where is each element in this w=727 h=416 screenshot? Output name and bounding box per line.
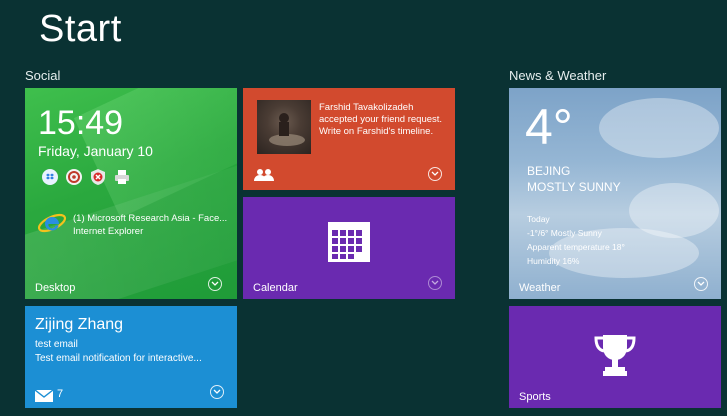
- group-label-social: Social: [25, 68, 61, 83]
- weather-apparent: Apparent temperature 18°: [527, 242, 625, 252]
- sports-tile[interactable]: Sports: [509, 306, 721, 408]
- start-title: Start: [39, 8, 122, 50]
- weather-today-label: Today: [527, 214, 550, 224]
- chevron-down-icon: [694, 277, 708, 291]
- friend-request-text: Farshid Tavakolizadeh accepted your frie…: [319, 102, 443, 137]
- chevron-down-icon: [428, 167, 442, 181]
- trophy-icon: [593, 333, 637, 384]
- mail-preview: Test email notification for interactive.…: [35, 353, 202, 364]
- chevron-down-icon: [208, 277, 222, 291]
- dropbox-icon: [41, 168, 59, 186]
- tile-label-calendar: Calendar: [253, 282, 298, 294]
- weather-city: BEJING: [527, 164, 571, 178]
- weather-tile[interactable]: 4° BEJING MOSTLY SUNNY Today -1°/6° Most…: [509, 88, 721, 299]
- calendar-icon: [328, 222, 370, 267]
- tile-label-weather: Weather: [519, 282, 561, 294]
- weather-humidity: Humidity 16%: [527, 256, 580, 266]
- mail-tile[interactable]: Zijing Zhang test email Test email notif…: [25, 306, 237, 408]
- mail-subject: test email: [35, 339, 78, 350]
- cloud-decoration: [599, 98, 719, 158]
- weather-temperature: 4°: [525, 99, 573, 155]
- printer-icon: [113, 168, 131, 186]
- weather-range: -1°/6° Mostly Sunny: [527, 228, 602, 238]
- security-alert-icon: [89, 168, 107, 186]
- notification-app: Internet Explorer: [73, 226, 144, 237]
- chevron-down-icon: [210, 385, 224, 399]
- desktop-tile[interactable]: 15:49 Friday, January 10 (1) Microsoft R…: [25, 88, 237, 299]
- clock-time: 15:49: [38, 104, 124, 142]
- clock-date: Friday, January 10: [38, 143, 153, 159]
- weather-condition: MOSTLY SUNNY: [527, 180, 621, 194]
- mail-sender: Zijing Zhang: [35, 316, 124, 333]
- tile-label-desktop: Desktop: [35, 282, 76, 294]
- network-icon: [65, 168, 83, 186]
- mail-count: 7: [57, 388, 64, 400]
- people-icon: [254, 168, 274, 187]
- mail-icon: [34, 389, 54, 407]
- tray-icons: [41, 168, 131, 186]
- friend-request-tile[interactable]: Farshid Tavakolizadeh accepted your frie…: [243, 88, 455, 190]
- friend-photo: [257, 100, 311, 154]
- calendar-tile[interactable]: Calendar: [243, 197, 455, 299]
- chevron-down-icon: [428, 276, 442, 290]
- tile-label-sports: Sports: [519, 391, 551, 403]
- notification-title: (1) Microsoft Research Asia - Face...: [73, 213, 228, 224]
- group-label-news-weather: News & Weather: [509, 68, 607, 83]
- ie-icon: [37, 208, 67, 243]
